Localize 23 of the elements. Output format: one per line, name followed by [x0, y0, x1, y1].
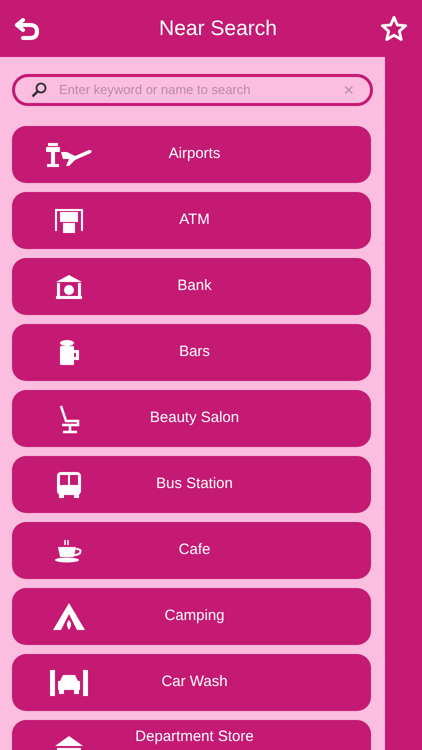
category-button[interactable]: Airports [12, 126, 371, 183]
category-button[interactable]: Cafe [12, 522, 371, 579]
car-wash-icon [49, 668, 89, 696]
salon-chair-icon [58, 404, 80, 434]
search-icon [31, 82, 47, 98]
category-button[interactable]: Bars [12, 324, 371, 381]
beer-mug-icon [58, 338, 80, 366]
star-icon [380, 14, 408, 42]
coffee-cup-icon [54, 538, 84, 562]
header-title: Near Search [158, 16, 278, 42]
atm-icon [53, 208, 85, 234]
category-button[interactable]: Bus Station [12, 456, 371, 513]
bank-icon [55, 274, 83, 300]
category-button[interactable]: Beauty Salon [12, 390, 371, 447]
back-arrow-icon [14, 18, 40, 40]
category-button[interactable]: Department Store [12, 720, 371, 750]
category-button[interactable]: Bank [12, 258, 371, 315]
control-tower-plane-icon [45, 142, 93, 168]
category-button[interactable]: ATM [12, 192, 371, 249]
category-button[interactable]: Camping [12, 588, 371, 645]
category-button[interactable]: Car Wash [12, 654, 371, 711]
bus-icon [55, 470, 83, 498]
tent-icon [51, 602, 87, 632]
